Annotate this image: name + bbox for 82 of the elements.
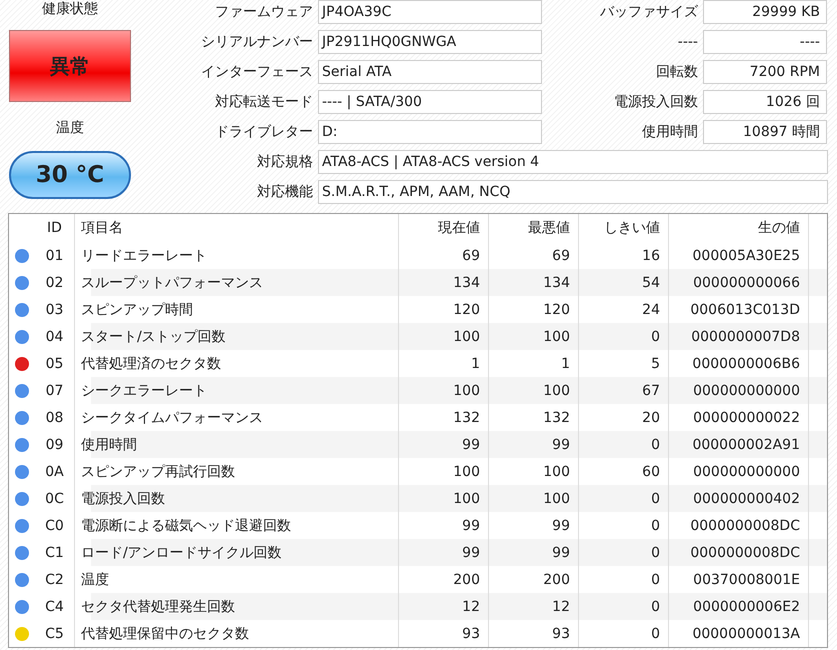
info-label: 使用時間	[641, 123, 698, 141]
column-header[interactable]: 現在値	[399, 214, 489, 242]
info-value: 29999 KB	[703, 0, 827, 24]
info-label: ドライブレター	[214, 123, 313, 141]
table-cell: 07	[35, 377, 75, 404]
table-cell: 93	[489, 620, 579, 647]
info-label: インターフェース	[200, 63, 313, 81]
table-cell: 000000000402	[669, 485, 809, 512]
info-value: D:	[318, 120, 542, 144]
table-cell: 100	[399, 323, 489, 350]
info-value: S.M.A.R.T., APM, AAM, NCQ	[318, 180, 828, 204]
table-cell: 99	[399, 431, 489, 458]
table-cell: 0	[579, 539, 669, 566]
info-label: シリアルナンバー	[200, 33, 313, 51]
table-cell: 0	[579, 593, 669, 620]
info-value: 10897 時間	[703, 120, 827, 144]
info-value: JP4OA39C	[318, 0, 542, 24]
table-cell: スタート/ストップ回数	[75, 323, 399, 350]
info-value: ---- | SATA/300	[318, 90, 542, 114]
table-cell: 000000000000	[669, 377, 809, 404]
table-cell: 134	[399, 269, 489, 296]
temperature-value: 30 °C	[9, 151, 131, 199]
info-label: 電源投入回数	[613, 93, 698, 111]
info-value: ----	[703, 30, 827, 54]
info-label: 対応転送モード	[214, 93, 313, 111]
table-cell: C5	[35, 620, 75, 647]
table-cell: 99	[489, 539, 579, 566]
table-cell: スループットパフォーマンス	[75, 269, 399, 296]
table-cell: 100	[399, 377, 489, 404]
table-cell: 54	[579, 269, 669, 296]
table-cell: 0	[579, 323, 669, 350]
table-cell: 99	[489, 431, 579, 458]
table-cell: 12	[399, 593, 489, 620]
column-header[interactable]: 最悪値	[489, 214, 579, 242]
info-label: ファームウェア	[214, 3, 313, 21]
table-cell: 100	[489, 485, 579, 512]
table-cell: 0	[579, 485, 669, 512]
temperature-label: 温度	[56, 119, 84, 138]
table-cell: 0000000008DC	[669, 539, 809, 566]
table-cell: 0000000006E2	[669, 593, 809, 620]
table-cell: 000000000066	[669, 269, 809, 296]
column-header[interactable]: 生の値	[669, 214, 809, 242]
table-cell: 02	[35, 269, 75, 296]
info-value: ATA8-ACS | ATA8-ACS version 4	[318, 150, 828, 174]
table-cell: 代替処理保留中のセクタ数	[75, 620, 399, 647]
table-cell: 0000000007D8	[669, 323, 809, 350]
table-cell: 100	[399, 485, 489, 512]
table-cell: 99	[399, 539, 489, 566]
table-cell: C4	[35, 593, 75, 620]
table-cell: ロード/アンロードサイクル回数	[75, 539, 399, 566]
table-cell: 12	[489, 593, 579, 620]
table-cell: セクタ代替処理発生回数	[75, 593, 399, 620]
table-cell: 09	[35, 431, 75, 458]
info-value: 1026 回	[703, 90, 827, 114]
table-cell: 100	[489, 377, 579, 404]
info-label: バッファサイズ	[599, 3, 698, 21]
column-header[interactable]: 項目名	[75, 214, 399, 242]
table-cell: 04	[35, 323, 75, 350]
table-cell: 93	[399, 620, 489, 647]
table-cell: 000000002A91	[669, 431, 809, 458]
info-label: 回転数	[655, 63, 698, 81]
column-header[interactable]: しきい値	[579, 214, 669, 242]
health-label: 健康状態	[42, 0, 98, 19]
info-label: 対応機能	[256, 183, 313, 201]
table-cell: 00000000013A	[669, 620, 809, 647]
column-header[interactable]: ID	[35, 214, 75, 242]
table-cell: 使用時間	[75, 431, 399, 458]
table-cell: 電源投入回数	[75, 485, 399, 512]
health-status[interactable]: 異常	[9, 30, 131, 102]
info-value: 7200 RPM	[703, 60, 827, 84]
table-cell: 0	[579, 431, 669, 458]
table-cell: シークエラーレート	[75, 377, 399, 404]
info-label: 対応規格	[256, 153, 313, 171]
table-cell: 0	[579, 620, 669, 647]
table-cell: 100	[489, 323, 579, 350]
table-cell: C1	[35, 539, 75, 566]
info-label: ----	[676, 34, 698, 50]
table-cell: 67	[579, 377, 669, 404]
table-cell: 0C	[35, 485, 75, 512]
info-value: JP2911HQ0GNWGA	[318, 30, 542, 54]
info-value: Serial ATA	[318, 60, 542, 84]
table-cell: 134	[489, 269, 579, 296]
